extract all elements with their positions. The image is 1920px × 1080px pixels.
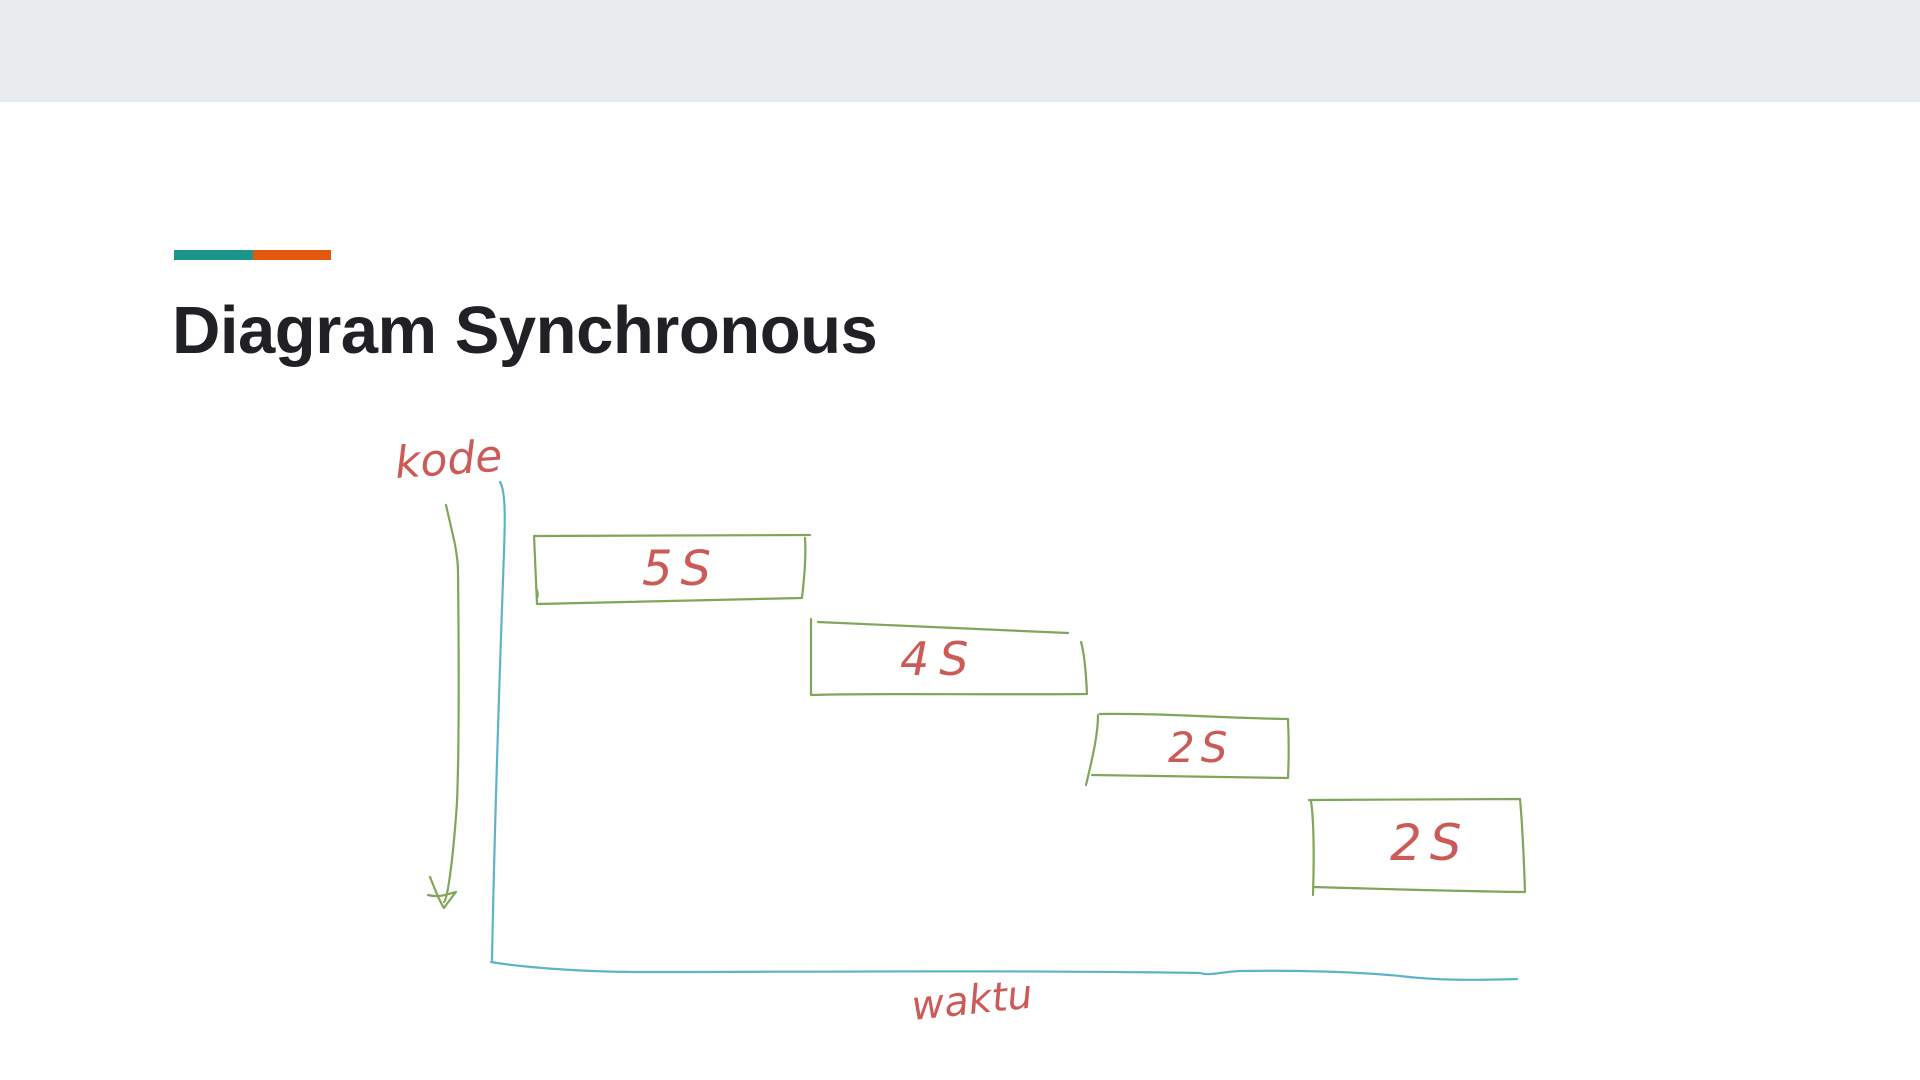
synchronous-diagram: kode waktu 5S 4S 2S 2S	[393, 431, 1527, 1030]
task-label-1: 5S	[642, 541, 719, 597]
y-axis-line	[490, 480, 506, 962]
top-band	[0, 0, 1920, 102]
task-label-3: 2S	[1168, 723, 1233, 772]
y-axis-label: kode	[393, 431, 504, 489]
x-axis-label: waktu	[909, 972, 1035, 1030]
code-flow-arrow-shaft	[442, 503, 460, 904]
task-label-2: 4S	[900, 632, 978, 686]
task-label-4: 2S	[1390, 814, 1470, 872]
code-flow-arrow-head	[426, 875, 458, 910]
slide: Diagram Synchronous kode waktu 5S 4S 2S …	[0, 102, 1920, 1080]
